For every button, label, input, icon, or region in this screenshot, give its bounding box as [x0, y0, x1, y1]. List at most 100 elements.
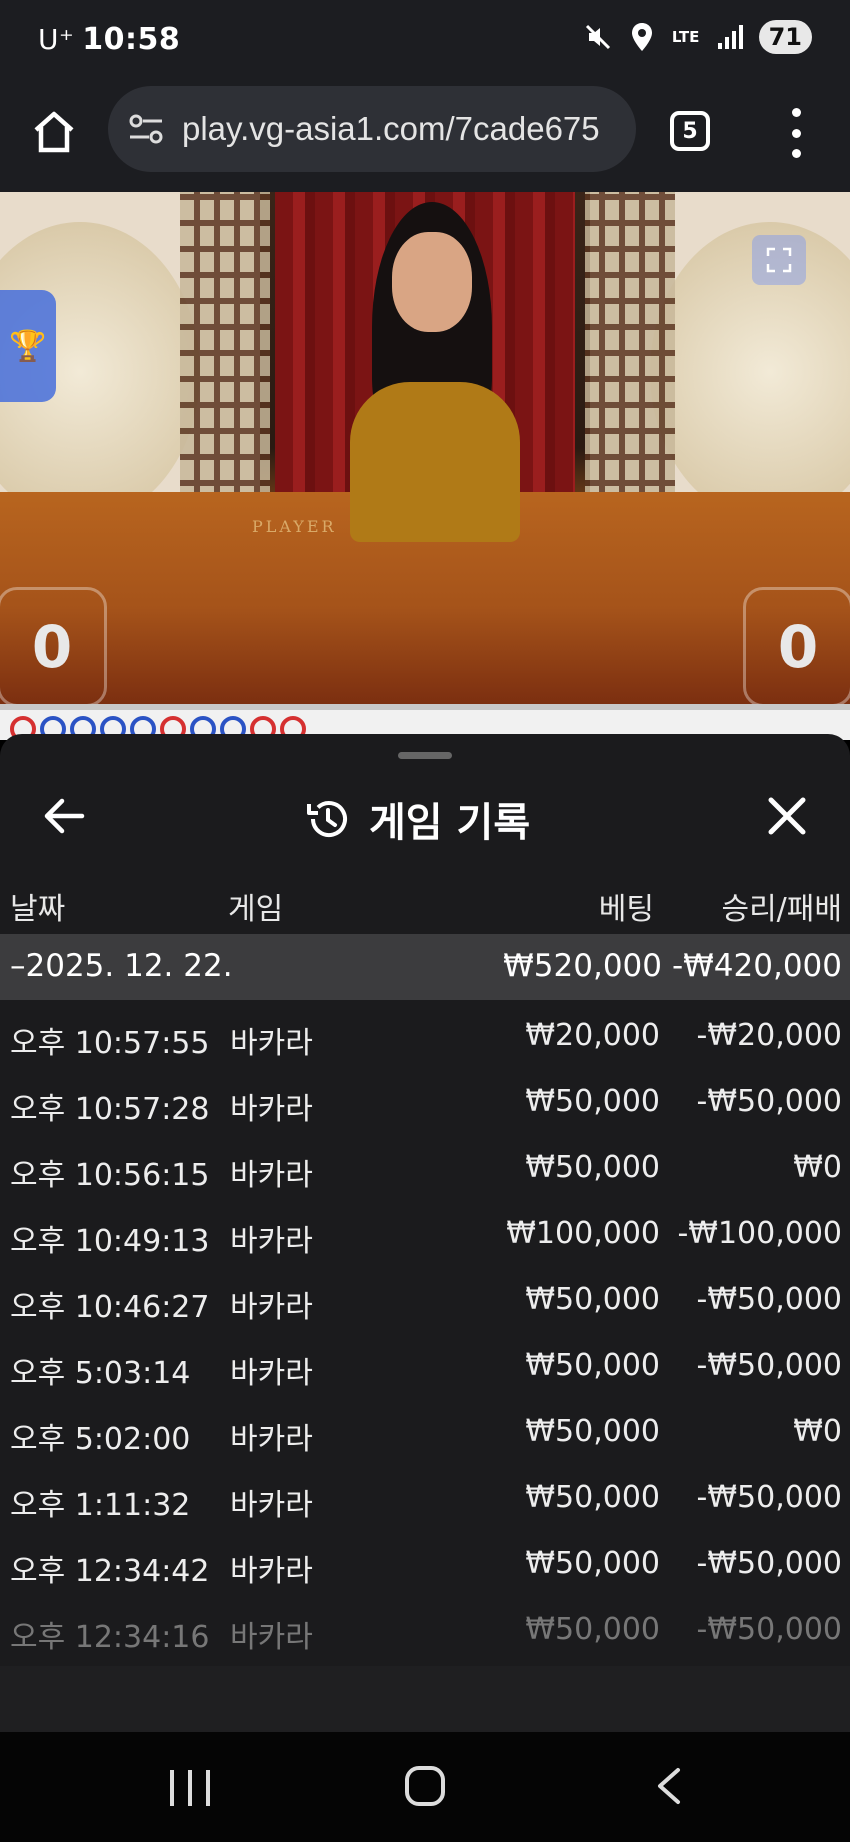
- row-win-loss: -₩100,000: [677, 1216, 842, 1251]
- history-row[interactable]: 오후 10:57:55 바카라 ₩20,000 -₩20,000: [0, 1002, 850, 1068]
- game-history-sheet: 게임 기록 날짜 게임 베팅 승리/패배 –2025. 12. 22. ₩520…: [0, 734, 850, 1732]
- row-bet: ₩50,000: [525, 1084, 660, 1119]
- row-time: 오후 5:02:00: [10, 1422, 191, 1457]
- row-win-loss: -₩50,000: [696, 1480, 842, 1515]
- row-game: 바카라: [230, 1554, 313, 1589]
- row-bet: ₩50,000: [525, 1480, 660, 1515]
- date-group-label: –2025. 12. 22.: [10, 948, 233, 984]
- history-row[interactable]: 오후 5:03:14 바카라 ₩50,000 -₩50,000: [0, 1332, 850, 1398]
- row-win-loss: ₩0: [793, 1414, 842, 1449]
- row-game: 바카라: [230, 1290, 313, 1325]
- battery-icon: 71: [758, 20, 812, 54]
- column-header-win-loss: 승리/패배: [721, 892, 842, 927]
- close-icon[interactable]: [765, 794, 809, 838]
- banker-score: 0: [743, 587, 850, 704]
- row-bet: ₩50,000: [525, 1612, 660, 1647]
- recent-apps-icon[interactable]: [170, 1770, 210, 1806]
- row-bet: ₩50,000: [525, 1282, 660, 1317]
- tab-switcher-button[interactable]: 5: [670, 111, 710, 151]
- dealer: [350, 382, 520, 542]
- history-row[interactable]: 오후 5:02:00 바카라 ₩50,000 ₩0: [0, 1398, 850, 1464]
- row-time: 오후 12:34:16: [10, 1620, 210, 1655]
- row-bet: ₩50,000: [525, 1348, 660, 1383]
- home-icon[interactable]: [30, 108, 78, 156]
- back-arrow-icon[interactable]: [42, 796, 86, 836]
- signal-icon: [715, 20, 745, 54]
- site-settings-icon[interactable]: [126, 109, 166, 149]
- browser-toolbar: play.vg-asia1.com/7cade675 5: [0, 80, 850, 192]
- row-bet: ₩50,000: [525, 1150, 660, 1185]
- history-list: 오후 10:57:55 바카라 ₩20,000 -₩20,000 오후 10:57:2…: [0, 1002, 850, 1662]
- row-win-loss: -₩50,000: [696, 1546, 842, 1581]
- column-header-bet: 베팅: [598, 892, 654, 927]
- row-game: 바카라: [230, 1092, 313, 1127]
- history-row[interactable]: 오후 10:57:28 바카라 ₩50,000 -₩50,000: [0, 1068, 850, 1134]
- row-game: 바카라: [230, 1158, 313, 1193]
- row-game: 바카라: [230, 1488, 313, 1523]
- history-icon: [305, 796, 351, 842]
- player-score: 0: [0, 587, 107, 704]
- row-bet: ₩50,000: [525, 1414, 660, 1449]
- history-row[interactable]: 오후 12:34:16 바카라 ₩50,000 -₩50,000: [0, 1596, 850, 1662]
- row-win-loss: -₩50,000: [696, 1084, 842, 1119]
- row-win-loss: ₩0: [793, 1150, 842, 1185]
- row-bet: ₩20,000: [525, 1018, 660, 1053]
- more-menu-icon[interactable]: [784, 108, 808, 158]
- row-time: 오후 10:56:15: [10, 1158, 210, 1193]
- history-row[interactable]: 오후 10:49:13 바카라 ₩100,000 -₩100,000: [0, 1200, 850, 1266]
- row-game: 바카라: [230, 1422, 313, 1457]
- lte-icon: LTE: [671, 20, 701, 54]
- status-bar: U⁺ 10:58 LTE 71: [0, 0, 850, 80]
- row-win-loss: -₩50,000: [696, 1282, 842, 1317]
- table-player-label: PLAYER: [252, 517, 337, 536]
- row-time: 오후 10:57:55: [10, 1026, 210, 1061]
- row-time: 오후 5:03:14: [10, 1356, 191, 1391]
- sheet-footer: [0, 1666, 850, 1732]
- row-time: 오후 1:11:32: [10, 1488, 191, 1523]
- row-time: 오후 10:46:27: [10, 1290, 210, 1325]
- location-icon: [627, 20, 657, 54]
- date-group-row[interactable]: –2025. 12. 22. ₩520,000 -₩420,000: [0, 934, 850, 1000]
- title-group: 게임 기록: [305, 790, 530, 848]
- mute-icon: [583, 20, 613, 54]
- row-time: 오후 10:49:13: [10, 1224, 210, 1259]
- lattice-left: [180, 192, 270, 532]
- date-group-bet-total: ₩520,000: [503, 948, 662, 984]
- network-label: LTE: [671, 28, 700, 46]
- sheet-header: 게임 기록: [0, 770, 850, 862]
- trophy-icon[interactable]: 🏆: [0, 290, 56, 402]
- fullscreen-icon[interactable]: [752, 235, 806, 285]
- row-win-loss: -₩20,000: [696, 1018, 842, 1053]
- row-game: 바카라: [230, 1026, 313, 1061]
- live-video: PLAYER 0 0 🏆: [0, 192, 850, 704]
- address-bar[interactable]: play.vg-asia1.com/7cade675: [108, 86, 636, 172]
- lattice-right: [585, 192, 675, 532]
- back-nav-icon[interactable]: [650, 1766, 690, 1806]
- column-header-game: 게임: [228, 892, 284, 927]
- row-game: 바카라: [230, 1224, 313, 1259]
- row-time: 오후 10:57:28: [10, 1092, 210, 1127]
- carrier-label: U⁺: [38, 23, 75, 56]
- status-icons: LTE 71: [583, 20, 812, 54]
- row-win-loss: -₩50,000: [696, 1612, 842, 1647]
- row-game: 바카라: [230, 1620, 313, 1655]
- home-nav-icon[interactable]: [405, 1766, 445, 1806]
- dealer-face: [392, 232, 472, 332]
- system-nav-bar: [0, 1732, 850, 1842]
- row-bet: ₩50,000: [525, 1546, 660, 1581]
- column-header-date: 날짜: [10, 892, 66, 927]
- row-bet: ₩100,000: [506, 1216, 660, 1251]
- row-win-loss: -₩50,000: [696, 1348, 842, 1383]
- status-time-group: U⁺ 10:58: [38, 22, 180, 57]
- history-row[interactable]: 오후 12:34:42 바카라 ₩50,000 -₩50,000: [0, 1530, 850, 1596]
- date-group-win-loss-total: -₩420,000: [671, 948, 842, 984]
- history-row[interactable]: 오후 10:56:15 바카라 ₩50,000 ₩0: [0, 1134, 850, 1200]
- sheet-title: 게임 기록: [369, 800, 531, 846]
- url-text: play.vg-asia1.com/7cade675: [182, 110, 600, 147]
- row-time: 오후 12:34:42: [10, 1554, 210, 1589]
- status-time: 10:58: [82, 22, 181, 57]
- history-row[interactable]: 오후 10:46:27 바카라 ₩50,000 -₩50,000: [0, 1266, 850, 1332]
- drag-handle[interactable]: [398, 752, 452, 759]
- row-game: 바카라: [230, 1356, 313, 1391]
- history-row[interactable]: 오후 1:11:32 바카라 ₩50,000 -₩50,000: [0, 1464, 850, 1530]
